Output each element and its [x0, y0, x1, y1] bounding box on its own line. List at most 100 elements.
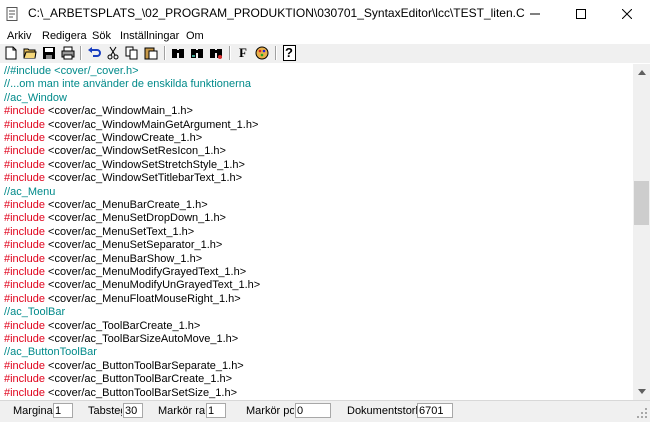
resize-grip-icon[interactable] — [636, 407, 648, 419]
include-path: <cover/ac_WindowSetStretchStyle_1.h> — [44, 158, 245, 171]
print-button[interactable] — [60, 45, 76, 61]
include-path: <cover/ac_ButtonToolBarSeparate_1.h> — [44, 359, 244, 372]
include-path: <cover/ac_ToolBarSizeAutoMove_1.h> — [44, 333, 239, 345]
include-line: #include <cover/ac_MenuModifyUnGrayedTex… — [4, 279, 260, 292]
comment-text: //...om man inte använder de enskilda fu… — [4, 78, 252, 91]
include-path: <cover/ac_MenuBarCreate_1.h> — [44, 199, 208, 211]
copy-icon — [125, 46, 138, 60]
comment-line: //ac_ButtonToolBar — [4, 346, 97, 359]
cursor-col-field[interactable]: 0 — [295, 403, 331, 418]
comment-line: //...om man inte använder de enskilda fu… — [4, 78, 251, 91]
menu-om[interactable]: Om — [186, 28, 204, 44]
open-button[interactable] — [22, 45, 38, 61]
undo-button[interactable] — [86, 45, 102, 61]
comment-line: //ac_Window — [4, 92, 67, 105]
tab-field[interactable]: 30 — [123, 403, 143, 418]
include-path: <cover/ac_WindowSetTitlebarText_1.h> — [44, 172, 243, 185]
include-keyword: #include — [4, 292, 45, 305]
scroll-thumb[interactable] — [634, 181, 649, 225]
include-path: <cover/ac_WindowCreate_1.h> — [44, 132, 203, 144]
code-editor[interactable]: //#include <cover/_cover.h>//...om man i… — [1, 64, 633, 399]
window-title: C:\_ARBETSPLATS_\02_PROGRAM_PRODUKTION\0… — [28, 6, 525, 20]
comment-line: //#include <cover/_cover.h> — [4, 65, 139, 78]
margin-label: Margina — [13, 405, 53, 417]
include-keyword: #include — [4, 239, 45, 252]
include-path: <cover/ac_WindowMain_1.h> — [44, 105, 193, 118]
include-path: <cover/ac_MenuSetSeparator_1.h> — [44, 239, 223, 252]
help-button[interactable]: ? — [281, 45, 297, 61]
copy-button[interactable] — [124, 45, 140, 61]
help-icon: ? — [282, 45, 296, 61]
include-keyword: #include — [4, 359, 45, 372]
include-line: #include <cover/ac_MenuSetText_1.h> — [4, 226, 194, 239]
color-button[interactable] — [254, 45, 270, 61]
scroll-down-button[interactable] — [633, 383, 650, 400]
include-path: <cover/ac_MenuSetText_1.h> — [44, 225, 195, 238]
include-line: #include <cover/ac_WindowSetTitlebarText… — [4, 172, 242, 185]
font-icon: F — [239, 45, 247, 60]
comment-text: //#include <cover/_cover.h> — [4, 65, 139, 77]
scroll-up-button[interactable] — [633, 64, 650, 81]
comment-line: //ac_ToolBar — [4, 306, 65, 319]
include-keyword: #include — [4, 158, 45, 171]
include-keyword: #include — [4, 266, 45, 278]
new-file-button[interactable] — [3, 45, 19, 61]
font-button[interactable]: F — [235, 45, 251, 61]
include-line: #include <cover/ac_MenuModifyGrayedText_… — [4, 266, 246, 279]
include-line: #include <cover/ac_ButtonToolBarCreate_1… — [4, 373, 232, 386]
include-line: #include <cover/ac_MenuBarCreate_1.h> — [4, 199, 208, 212]
close-icon — [622, 9, 632, 19]
menu-redigera[interactable]: Redigera — [42, 28, 87, 44]
include-path: <cover/ac_ToolBarCreate_1.h> — [44, 319, 201, 332]
status-bar: Margina 1 Tabsteg 30 Markör ra 1 Markör … — [0, 400, 650, 422]
include-line: #include <cover/ac_MenuBarShow_1.h> — [4, 253, 202, 266]
include-line: #include <cover/ac_WindowMainGetArgument… — [4, 119, 258, 132]
include-keyword: #include — [4, 225, 45, 238]
cursor-row-field[interactable]: 1 — [206, 403, 226, 418]
margin-field[interactable]: 1 — [53, 403, 73, 418]
chevron-down-icon — [637, 389, 646, 394]
include-path: <cover/ac_WindowMainGetArgument_1.h> — [44, 118, 259, 131]
paste-button[interactable] — [143, 45, 159, 61]
replace-icon — [210, 49, 222, 59]
menu-sok[interactable]: Sök — [92, 28, 111, 44]
replace-button[interactable] — [208, 45, 224, 61]
include-line: #include <cover/ac_WindowCreate_1.h> — [4, 132, 202, 145]
maximize-button[interactable] — [558, 0, 604, 28]
include-line: #include <cover/ac_ToolBarCreate_1.h> — [4, 320, 200, 333]
include-keyword: #include — [4, 105, 45, 118]
document-size-field[interactable]: 6701 — [417, 403, 453, 418]
cursor-col-label: Markör po — [246, 405, 294, 417]
minimize-button[interactable] — [512, 0, 558, 28]
paste-icon — [144, 47, 158, 60]
include-line: #include <cover/ac_MenuFloatMouseRight_1… — [4, 293, 241, 306]
find-next-icon — [191, 49, 203, 58]
include-keyword: #include — [4, 212, 45, 225]
save-button[interactable] — [41, 45, 57, 61]
toolbar-separator — [229, 46, 231, 60]
include-keyword: #include — [4, 319, 45, 332]
vertical-scrollbar[interactable] — [633, 64, 650, 400]
undo-icon — [88, 47, 101, 57]
menu-bar: Arkiv Redigera Sök Inställningar Om — [0, 28, 650, 44]
include-line: #include <cover/ac_MenuSetSeparator_1.h> — [4, 239, 222, 252]
include-path: <cover/ac_ButtonToolBarSetSize_1.h> — [44, 386, 237, 399]
find-next-button[interactable] — [189, 45, 205, 61]
find-icon — [172, 49, 184, 58]
chevron-up-icon — [637, 70, 646, 75]
comment-text: //ac_ToolBar — [4, 306, 66, 319]
new-file-icon — [5, 46, 17, 60]
include-path: <cover/ac_MenuSetDropDown_1.h> — [44, 212, 226, 225]
toolbar-separator — [164, 46, 166, 60]
include-line: #include <cover/ac_MenuSetDropDown_1.h> — [4, 212, 226, 225]
close-button[interactable] — [604, 0, 650, 28]
include-keyword: #include — [4, 333, 45, 345]
color-icon — [255, 46, 269, 60]
menu-arkiv[interactable]: Arkiv — [7, 28, 31, 44]
find-button[interactable] — [170, 45, 186, 61]
include-keyword: #include — [4, 252, 45, 265]
cut-button[interactable] — [105, 45, 121, 61]
include-line: #include <cover/ac_WindowSetResIcon_1.h> — [4, 145, 226, 158]
include-path: <cover/ac_WindowSetResIcon_1.h> — [44, 145, 226, 158]
menu-installningar[interactable]: Inställningar — [120, 28, 179, 44]
